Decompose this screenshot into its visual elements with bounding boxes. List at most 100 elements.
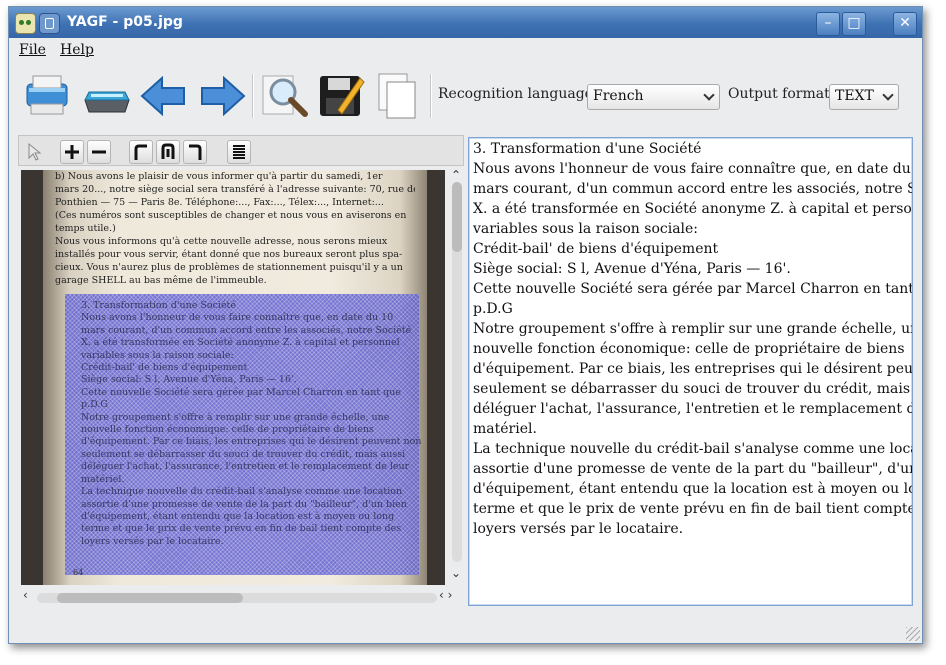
- toolbar-separator: [252, 74, 254, 118]
- scan-line: Notre groupement s'offre à remplir sur u…: [81, 411, 390, 423]
- text-line: terme et que le prix de vente prévu en f…: [473, 501, 913, 517]
- scan-line: d'équipement, étant entendu que la locat…: [81, 510, 395, 522]
- horizontal-scrollbar[interactable]: ‹ ‹ ›: [21, 588, 461, 605]
- title-bar[interactable]: YAGF - p05.jpg – □ ✕: [9, 7, 922, 38]
- output-format-select[interactable]: TEXT: [829, 84, 899, 110]
- scroll-right-arrow[interactable]: ‹ ›: [439, 588, 452, 602]
- scan-line: mars courant, d'un commun accord entre l…: [81, 324, 412, 336]
- chevron-down-icon: [703, 89, 715, 101]
- image-viewport[interactable]: b) Nous avons le plaisir de vous informe…: [21, 170, 445, 585]
- scan-line: cieux. Vous n'aurez plus de problèmes de…: [55, 262, 403, 273]
- rotate-180-icon: [161, 143, 175, 159]
- text-line: X. a été transformée en Société anonyme …: [473, 201, 913, 217]
- scan-line: X. a été transformée en Société anonyme …: [81, 337, 400, 349]
- text-line: Siège social: S l, Avenue d'Yéna, Paris …: [473, 261, 791, 277]
- rotate-left-button[interactable]: [129, 140, 153, 164]
- text-line: Crédit-bail' de biens d'équipement: [473, 241, 719, 257]
- scan-line: nouvelle fonction économique: celle de p…: [81, 424, 374, 436]
- maximize-button[interactable]: □: [842, 12, 866, 36]
- recognition-language-select[interactable]: French: [587, 84, 720, 110]
- scan-line: Nous vous informons qu'à cette nouvelle …: [55, 236, 388, 247]
- window-menu-icon[interactable]: [39, 13, 60, 34]
- save-disk-icon[interactable]: [316, 70, 368, 122]
- recognize-magnifier-icon[interactable]: [259, 70, 311, 122]
- recognition-language-value: French: [593, 88, 644, 104]
- next-image-icon[interactable]: [196, 70, 248, 122]
- text-line: d'équipement. Par ce biais, les entrepri…: [473, 361, 913, 377]
- close-button[interactable]: ✕: [893, 12, 917, 36]
- scan-line: Siège social: S l, Avenue d'Yéna, Paris …: [81, 374, 297, 386]
- copy-pages-icon[interactable]: [373, 70, 425, 122]
- scan-line: assortie d'une promesse de vente de la p…: [81, 498, 407, 510]
- scan-line: matériel.: [81, 473, 125, 485]
- scan-line: Nous avons l'honneur de vous faire conna…: [81, 312, 394, 324]
- scroll-up-arrow[interactable]: ⌃: [451, 168, 461, 182]
- scan-line: variables sous la raison sociale:: [81, 349, 234, 361]
- scan-line: mars 20..., notre siège social sera tran…: [55, 184, 415, 195]
- zoom-in-button[interactable]: [60, 140, 84, 164]
- zoom-out-button[interactable]: [87, 140, 111, 164]
- scanned-text-block: b) Nous avons le plaisir de vous informe…: [55, 170, 415, 310]
- main-toolbar: Recognition language French Output forma…: [9, 64, 922, 128]
- vertical-scroll-thumb[interactable]: [452, 182, 462, 252]
- text-line: assortie d'une promesse de vente de la p…: [473, 461, 913, 477]
- scan-line: (Ces numéros sont susceptibles de change…: [55, 210, 407, 221]
- page-number: 64: [73, 568, 84, 577]
- text-line: p.D.G: [473, 301, 513, 317]
- app-window: YAGF - p05.jpg – □ ✕ File Help Recogniti…: [8, 6, 923, 644]
- scan-line: La technique nouvelle du crédit-bail s'a…: [81, 486, 403, 498]
- plus-icon: [65, 145, 79, 159]
- text-line: 3. Transformation d'une Société: [473, 141, 702, 157]
- scroll-left-arrow[interactable]: ‹: [23, 588, 28, 602]
- toolbar-separator: [430, 74, 432, 118]
- text-line: matériel.: [473, 421, 537, 437]
- app-logo-icon[interactable]: [15, 13, 36, 34]
- scan-line: loyers versés par le locataire.: [81, 535, 224, 547]
- text-lines-icon: [233, 145, 245, 159]
- scan-line: déléguer l'achat, l'assurance, l'entreti…: [81, 461, 410, 473]
- menu-bar: File Help: [9, 40, 922, 62]
- text-line: Nous avons l'honneur de vous faire conna…: [473, 161, 913, 177]
- menu-file[interactable]: File: [19, 42, 46, 58]
- scanner-icon[interactable]: [81, 70, 133, 122]
- scan-line: p.D.G: [81, 399, 108, 411]
- text-line: Cette nouvelle Société sera gérée par Ma…: [473, 281, 913, 297]
- text-line: Notre groupement s'offre à remplir sur u…: [473, 321, 913, 337]
- image-toolbar: [18, 135, 464, 166]
- vertical-scrollbar[interactable]: ⌃ ⌄: [449, 168, 464, 585]
- scan-printer-icon[interactable]: [21, 70, 73, 122]
- rotate-right-icon: [189, 144, 202, 160]
- text-line: seulement se débarrasser du souci de tro…: [473, 381, 913, 397]
- window-title: YAGF - p05.jpg: [67, 14, 183, 30]
- image-panel: b) Nous avons le plaisir de vous informe…: [18, 135, 464, 612]
- rotate-180-button[interactable]: [156, 140, 180, 164]
- rotate-right-button[interactable]: [183, 140, 207, 164]
- scan-line: terme et que le prix de vente prévu en f…: [81, 523, 402, 535]
- select-all-text-button[interactable]: [227, 140, 251, 164]
- text-line: La technique nouvelle du crédit-bail s'a…: [473, 441, 913, 457]
- text-line: nouvelle fonction économique: celle de p…: [473, 341, 905, 357]
- output-format-label: Output format: [728, 86, 830, 102]
- menu-help[interactable]: Help: [60, 42, 94, 58]
- text-line: mars courant, d'un commun accord entre l…: [473, 181, 913, 197]
- text-line: variables sous la raison sociale:: [473, 221, 699, 237]
- resize-grip[interactable]: [906, 627, 920, 641]
- scroll-down-arrow[interactable]: ⌄: [451, 566, 461, 580]
- scan-line: b) Nous avons le plaisir de vous informe…: [55, 171, 383, 182]
- scan-line: temps utile.): [55, 223, 116, 234]
- minus-icon: [92, 150, 106, 154]
- recognized-text-area[interactable]: 3. Transformation d'une Société Nous avon…: [468, 137, 913, 606]
- menu-help-label: Help: [60, 42, 94, 58]
- select-pointer-icon[interactable]: [22, 140, 46, 164]
- minimize-button[interactable]: –: [816, 12, 840, 36]
- menu-file-label: File: [19, 42, 46, 58]
- horizontal-scroll-thumb[interactable]: [57, 593, 243, 603]
- previous-image-icon[interactable]: [138, 70, 190, 122]
- status-bar: [9, 619, 922, 643]
- text-line: d'équipement, étant entendu que la locat…: [473, 481, 913, 497]
- output-format-value: TEXT: [835, 88, 874, 104]
- selected-scanned-text: 3. Transformation d'une Société Nous avon…: [81, 300, 421, 570]
- chevron-down-icon: [882, 89, 894, 101]
- scan-line: installés pour vous servir, étant donné …: [55, 249, 403, 260]
- text-line: déléguer l'achat, l'assurance, l'entreti…: [473, 401, 913, 417]
